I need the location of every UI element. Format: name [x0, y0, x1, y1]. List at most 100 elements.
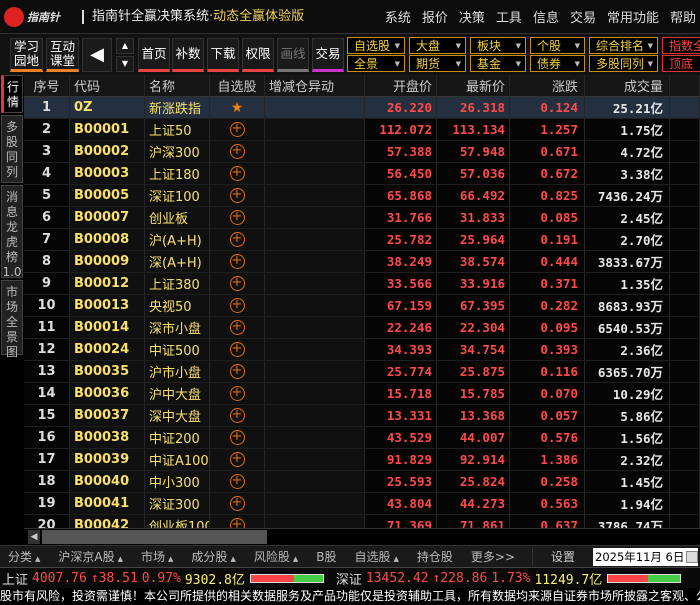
menu-item[interactable]: 交易: [570, 7, 596, 26]
add-favorite-icon[interactable]: +: [229, 298, 245, 313]
favorite-cell[interactable]: +: [210, 449, 265, 470]
table-row[interactable]: 20 B00042 创业板100 +71.369 71.861 0.637 3786.74万: [24, 515, 700, 528]
favorite-cell[interactable]: +: [210, 185, 265, 206]
favorite-cell[interactable]: +: [210, 141, 265, 162]
table-row[interactable]: 5 B00005 深证100 +65.868 66.492 0.825 7436.24万: [24, 185, 700, 207]
back-button[interactable]: ◀: [82, 38, 112, 72]
table-row[interactable]: 11 B00014 深市小盘 +22.246 22.304 0.095 6540.53万: [24, 317, 700, 339]
table-row[interactable]: 6 B00007 创业板 +31.766 31.833 0.085 2.45亿: [24, 207, 700, 229]
column-header[interactable]: 增减仓异动: [265, 75, 365, 96]
settings-button[interactable]: 设置: [531, 548, 593, 565]
sidebar-tab[interactable]: 消息龙虎榜1.0: [1, 185, 23, 279]
table-row[interactable]: 9 B00012 上证380 +33.566 33.916 0.371 1.35亿: [24, 273, 700, 295]
column-header[interactable]: 代码: [70, 75, 145, 96]
column-header[interactable]: 序号: [24, 75, 70, 96]
date-picker[interactable]: 2025年11月 6日: [593, 547, 698, 566]
toolbar-button[interactable]: 首页: [138, 38, 170, 72]
add-favorite-icon[interactable]: +: [229, 518, 245, 528]
column-header[interactable]: 最新价: [437, 75, 510, 96]
scroll-thumb[interactable]: [42, 530, 267, 544]
add-favorite-icon[interactable]: +: [229, 320, 245, 335]
table-row[interactable]: 15 B00037 深中大盘 +13.331 13.368 0.057 5.86亿: [24, 405, 700, 427]
dropdown-自选股[interactable]: 自选股 ▼: [347, 37, 405, 54]
favorite-cell[interactable]: +: [210, 317, 265, 338]
table-row[interactable]: 13 B00035 沪市小盘 +25.774 25.875 0.116 6365.70万: [24, 361, 700, 383]
bottom-tab[interactable]: 风险股 ▲: [246, 548, 298, 565]
favorite-cell[interactable]: +: [210, 295, 265, 316]
add-favorite-icon[interactable]: +: [229, 254, 245, 269]
table-row[interactable]: 12 B00024 中证500 +34.393 34.754 0.393 2.36亿: [24, 339, 700, 361]
add-favorite-icon[interactable]: +: [229, 430, 245, 445]
add-favorite-icon[interactable]: +: [229, 188, 245, 203]
table-row[interactable]: 18 B00040 中小300 +25.593 25.824 0.258 1.45亿: [24, 471, 700, 493]
bottom-tab[interactable]: 市场 ▲: [133, 548, 173, 565]
learn-button[interactable]: 学习园地: [10, 38, 43, 72]
toolbar-button[interactable]: 补数: [172, 38, 204, 72]
toolbar-button[interactable]: 权限: [242, 38, 274, 72]
table-row[interactable]: 3 B00002 沪深300 +57.388 57.948 0.671 4.72亿: [24, 141, 700, 163]
toolbar-button[interactable]: 下载: [207, 38, 239, 72]
column-header[interactable]: 名称: [145, 75, 210, 96]
add-favorite-icon[interactable]: +: [229, 342, 245, 357]
bottom-tab[interactable]: 更多>>: [463, 548, 515, 565]
sidebar-tab[interactable]: 市场全景图: [1, 280, 23, 359]
dropdown-综合排名[interactable]: 综合排名 ▼: [589, 37, 658, 54]
favorite-cell[interactable]: +: [210, 339, 265, 360]
add-favorite-icon[interactable]: +: [229, 232, 245, 247]
table-row[interactable]: 1 0Z 新涨跌指 ★ 26.220 26.318 0.124 25.21亿: [24, 97, 700, 119]
dropdown-基金[interactable]: 基金 ▼: [470, 55, 526, 72]
column-header[interactable]: 开盘价: [365, 75, 437, 96]
favorite-cell[interactable]: +: [210, 229, 265, 250]
dropdown-板块[interactable]: 板块 ▼: [470, 37, 526, 54]
table-row[interactable]: 2 B00001 上证50 +112.072 113.134 1.257 1.75亿: [24, 119, 700, 141]
table-row[interactable]: 4 B00003 上证180 +56.450 57.036 0.672 3.38亿: [24, 163, 700, 185]
interact-button[interactable]: 互动课堂: [46, 38, 79, 72]
add-favorite-icon[interactable]: +: [229, 452, 245, 467]
add-favorite-icon[interactable]: +: [229, 364, 245, 379]
star-plus-icon[interactable]: ★: [231, 100, 244, 116]
favorite-cell[interactable]: +: [210, 383, 265, 404]
dropdown-指数全[interactable]: 指数全: [662, 37, 700, 54]
favorite-cell[interactable]: +: [210, 361, 265, 382]
dropdown-期货[interactable]: 期货 ▼: [409, 55, 466, 72]
add-favorite-icon[interactable]: +: [229, 474, 245, 489]
sidebar-tab[interactable]: 行情: [1, 75, 23, 113]
add-favorite-icon[interactable]: +: [229, 496, 245, 511]
menu-item[interactable]: 报价: [422, 7, 448, 26]
table-row[interactable]: 16 B00038 中证200 +43.529 44.007 0.576 1.56亿: [24, 427, 700, 449]
favorite-cell[interactable]: +: [210, 427, 265, 448]
column-header[interactable]: 自选股: [210, 75, 265, 96]
add-favorite-icon[interactable]: +: [229, 210, 245, 225]
favorite-cell[interactable]: +: [210, 515, 265, 528]
favorite-cell[interactable]: +: [210, 493, 265, 514]
favorite-cell[interactable]: +: [210, 273, 265, 294]
favorite-cell[interactable]: +: [210, 471, 265, 492]
favorite-cell[interactable]: +: [210, 405, 265, 426]
bottom-tab[interactable]: 分类 ▲: [0, 548, 40, 565]
add-favorite-icon[interactable]: +: [229, 144, 245, 159]
table-row[interactable]: 19 B00041 深证300 +43.804 44.273 0.563 1.94亿: [24, 493, 700, 515]
bottom-tab[interactable]: 持仓股: [409, 548, 453, 565]
add-favorite-icon[interactable]: +: [229, 276, 245, 291]
favorite-cell[interactable]: +: [210, 119, 265, 140]
dropdown-多股同列[interactable]: 多股同列 ▼: [589, 55, 658, 72]
scroll-left-icon[interactable]: ◀: [28, 530, 40, 544]
bottom-tab[interactable]: 成分股 ▲: [183, 548, 235, 565]
dropdown-顶底[interactable]: 顶底: [662, 55, 700, 72]
table-row[interactable]: 10 B00013 央视50 +67.159 67.395 0.282 8683.93万: [24, 295, 700, 317]
bottom-tab[interactable]: 沪深京A股 ▲: [50, 548, 123, 565]
table-row[interactable]: 14 B00036 沪中大盘 +15.718 15.785 0.070 10.29亿: [24, 383, 700, 405]
favorite-cell[interactable]: +: [210, 251, 265, 272]
scroll-down-button[interactable]: ▼: [116, 56, 134, 72]
column-header[interactable]: 涨跌: [510, 75, 585, 96]
menu-item[interactable]: 工具: [496, 7, 522, 26]
menu-item[interactable]: 帮助: [670, 7, 696, 26]
dropdown-大盘[interactable]: 大盘 ▼: [409, 37, 466, 54]
table-row[interactable]: 17 B00039 中证A100 +91.829 92.914 1.386 2.32亿: [24, 449, 700, 471]
column-header[interactable]: 成交量: [585, 75, 670, 96]
menu-item[interactable]: 常用功能: [607, 7, 659, 26]
menu-item[interactable]: 决策: [459, 7, 485, 26]
calendar-icon[interactable]: [686, 550, 698, 563]
add-favorite-icon[interactable]: +: [229, 408, 245, 423]
dropdown-全景[interactable]: 全景 ▼: [347, 55, 405, 72]
